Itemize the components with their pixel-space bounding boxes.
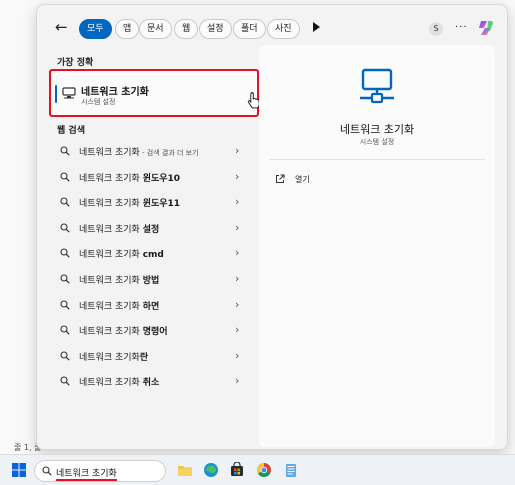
search-icon [60,274,70,284]
chevron-right-icon: › [235,220,240,234]
web-search-item-label: 네트워크 초기화 명령어 [79,327,168,338]
network-icon [360,68,394,104]
web-search-item[interactable]: 네트워크 초기화 윈도우10 › [49,165,259,191]
chevron-right-icon: › [235,348,240,362]
web-search-list: 네트워크 초기화 - 검색 결과 더 보기 › 네트워크 초기화 윈도우10 ›… [49,139,259,395]
search-icon [60,300,70,310]
chevron-right-icon: › [235,195,240,209]
more-options-button[interactable]: ··· [455,22,468,33]
web-search-item[interactable]: 네트워크 초기화 취소 › [49,369,259,395]
detail-title: 네트워크 초기화 [339,123,415,136]
filter-chip-apps[interactable]: 앱 [115,19,140,39]
web-search-item[interactable]: 네트워크 초기화 설정 › [49,216,259,242]
chevron-right-icon: › [235,323,240,337]
notepad-icon[interactable] [283,462,299,478]
chrome-browser-icon[interactable] [256,462,272,478]
taskbar-search-query: 네트워크 초기화 [56,466,117,481]
open-external-icon [276,174,285,183]
best-match-result[interactable]: 네트워크 초기화 시스템 설정 [49,69,260,117]
search-icon [60,248,70,258]
web-search-heading: 웹 검색 [57,126,85,136]
web-search-item-label: 네트워크 초기화 하면 [79,301,160,312]
web-search-item[interactable]: 네트워크 초기화 하면 › [49,293,259,319]
chevron-right-icon: › [235,144,240,157]
search-icon [60,325,70,335]
search-icon [60,146,70,156]
taskbar-search-box[interactable]: 네트워크 초기화 [34,460,166,482]
web-search-item-label: 네트워크 초기화 윈도우11 [79,199,181,210]
filter-chip-documents[interactable]: 문서 [139,19,172,39]
network-computer-icon [62,87,76,99]
chevron-right-icon: › [235,374,240,388]
chevron-right-icon: › [235,246,240,260]
filter-chip-all[interactable]: 모두 [79,19,112,39]
file-explorer-icon[interactable] [177,462,193,478]
web-search-item-label: 네트워크 초기화 cmd [79,250,164,261]
web-search-item[interactable]: 네트워크 초기화 - 검색 결과 더 보기 › [49,139,259,165]
copilot-icon[interactable] [477,19,495,37]
search-icon [60,223,70,233]
best-match-title: 네트워크 초기화 [81,87,149,98]
filter-chip-folders[interactable]: 폴더 [233,19,266,39]
search-icon [60,197,70,207]
web-search-item[interactable]: 네트워크 초기화 방법 › [49,267,259,293]
best-match-heading: 가장 정확 [57,58,94,68]
search-icon [42,466,52,476]
selection-accent [55,85,57,103]
filter-chip-settings[interactable]: 설정 [199,19,232,39]
chevron-right-icon: › [235,169,240,183]
chevron-right-icon: › [235,271,240,285]
web-search-item-label: 네트워크 초기화 취소 [79,378,160,389]
web-search-item-label: 네트워크 초기화 - 검색 결과 더 보기 [79,148,199,158]
result-detail-pane: 네트워크 초기화 시스템 설정 열기 [259,45,495,447]
web-search-item[interactable]: 네트워크 초기화 cmd › [49,241,259,267]
chevron-right-icon: › [235,297,240,311]
search-panel: ← 모두 앱 문서 웹 설정 폴더 사진 S ··· 가장 정확 네트워크 초기… [36,4,508,450]
web-search-item-label: 네트워크 초기화 방법 [79,275,160,286]
filter-chip-photos[interactable]: 사진 [267,19,300,39]
filter-bar: ← 모두 앱 문서 웹 설정 폴더 사진 S ··· [37,5,507,49]
account-avatar[interactable]: S [429,22,443,36]
filter-chip-web[interactable]: 웹 [174,19,199,39]
web-search-item[interactable]: 네트워크 초기화 명령어 › [49,318,259,344]
microsoft-store-icon[interactable] [229,462,245,478]
detail-divider [269,159,485,160]
web-search-item-label: 네트워크 초기화란 [79,352,149,363]
web-search-item[interactable]: 네트워크 초기화란 › [49,344,259,370]
best-match-subtitle: 시스템 설정 [81,98,116,106]
web-search-item-label: 네트워크 초기화 윈도우10 [79,173,181,184]
windows-start-icon[interactable] [12,463,26,477]
web-search-item[interactable]: 네트워크 초기화 윈도우11 › [49,190,259,216]
back-button[interactable]: ← [55,19,68,35]
more-filters-arrow-icon[interactable] [313,22,320,32]
edge-browser-icon[interactable] [203,462,219,478]
taskbar: 네트워크 초기화 [0,454,515,485]
open-action[interactable]: 열기 [273,171,393,189]
open-label: 열기 [295,175,310,184]
search-icon [60,351,70,361]
search-icon [60,172,70,182]
web-search-item-label: 네트워크 초기화 설정 [79,224,160,235]
detail-subtitle: 시스템 설정 [359,138,395,146]
search-icon [60,376,70,386]
